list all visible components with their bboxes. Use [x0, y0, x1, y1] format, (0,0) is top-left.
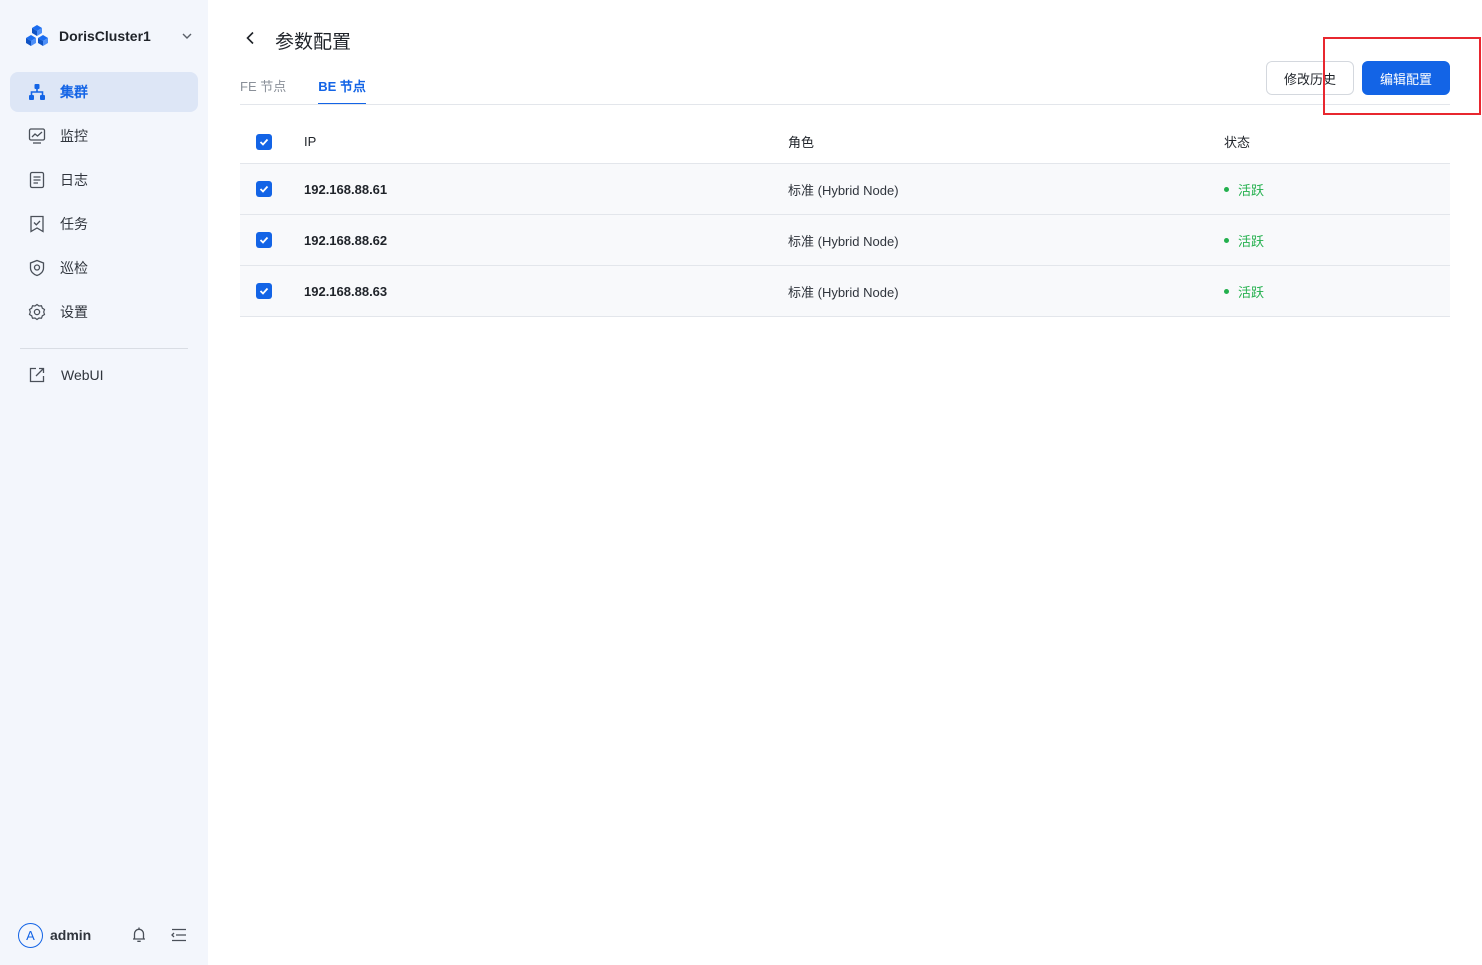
sidebar-item-label: 设置: [60, 304, 88, 320]
sidebar-item-monitor[interactable]: 监控: [10, 116, 198, 156]
row-checkbox[interactable]: [256, 181, 272, 197]
sidebar-item-label: 集群: [60, 84, 88, 100]
row-checkbox[interactable]: [256, 232, 272, 248]
sidebar-footer: A admin: [18, 922, 190, 948]
cluster-name: DorisCluster1: [59, 28, 151, 44]
status-dot: [1224, 288, 1229, 294]
table-row[interactable]: 192.168.88.63 标准 (Hybrid Node) 活跃: [240, 266, 1450, 317]
status-dot: [1224, 237, 1229, 243]
tab-fe-nodes[interactable]: FE 节点: [240, 76, 286, 105]
sidebar-item-settings[interactable]: 设置: [10, 292, 198, 332]
sidebar-divider: [20, 348, 188, 349]
row-status: 活跃: [1224, 180, 1264, 199]
column-header-ip: IP: [304, 134, 317, 149]
tab-be-nodes[interactable]: BE 节点: [318, 76, 366, 105]
sidebar-item-label: WebUI: [61, 367, 104, 383]
edit-config-button[interactable]: 编辑配置: [1362, 61, 1450, 95]
shield-icon: [28, 259, 46, 277]
sidebar-item-task[interactable]: 任务: [10, 204, 198, 244]
sidebar-item-log[interactable]: 日志: [10, 160, 198, 200]
row-status: 活跃: [1224, 282, 1264, 301]
row-ip: 192.168.88.62: [304, 232, 388, 248]
log-icon: [28, 171, 46, 189]
sidebar-nav: 集群 监控 日志 任务 巡检 设置: [10, 72, 198, 336]
monitor-icon: [28, 127, 46, 145]
nodes-table: IP 角色 状态 192.168.88.61 标准 (Hybrid Node) …: [240, 120, 1450, 317]
cluster-selector[interactable]: DorisCluster1: [24, 22, 194, 50]
sidebar-item-webui[interactable]: WebUI: [10, 355, 198, 395]
node-tabs: FE 节点 BE 节点: [240, 76, 398, 105]
row-role: 标准 (Hybrid Node): [788, 233, 899, 249]
row-ip: 192.168.88.61: [304, 181, 388, 197]
sidebar: DorisCluster1 集群 监控 日志 任务 巡检 设置 WebUI A …: [0, 0, 208, 965]
check-icon: [259, 138, 269, 146]
column-header-status: 状态: [1224, 135, 1251, 150]
row-role: 标准 (Hybrid Node): [788, 182, 899, 198]
sidebar-item-label: 日志: [60, 172, 88, 188]
sidebar-item-cluster[interactable]: 集群: [10, 72, 198, 112]
avatar[interactable]: A: [18, 922, 43, 948]
column-header-role: 角色: [788, 135, 815, 150]
table-row[interactable]: 192.168.88.61 标准 (Hybrid Node) 活跃: [240, 164, 1450, 215]
task-icon: [28, 215, 46, 233]
row-status: 活跃: [1224, 231, 1264, 250]
gear-icon: [28, 303, 46, 321]
username: admin: [50, 927, 92, 943]
chevron-down-icon: [182, 33, 192, 39]
check-icon: [259, 287, 269, 295]
cluster-icon: [28, 83, 46, 101]
status-text: 活跃: [1238, 233, 1265, 249]
status-dot: [1224, 186, 1229, 192]
table-header-row: IP 角色 状态: [240, 120, 1450, 164]
external-link-icon: [29, 367, 45, 383]
sidebar-item-label: 巡检: [60, 260, 88, 276]
select-all-checkbox[interactable]: [256, 133, 272, 150]
bell-icon[interactable]: [130, 926, 148, 944]
sidebar-item-label: 监控: [60, 128, 88, 144]
check-icon: [259, 185, 269, 193]
main-content: 参数配置 FE 节点 BE 节点 修改历史 编辑配置 IP 角色 状态 192.…: [208, 0, 1482, 965]
tabs-divider: [240, 104, 1450, 105]
sidebar-item-label: 任务: [60, 216, 88, 232]
row-ip: 192.168.88.63: [304, 283, 388, 299]
back-arrow-icon[interactable]: [242, 29, 260, 47]
check-icon: [259, 236, 269, 244]
table-row[interactable]: 192.168.88.62 标准 (Hybrid Node) 活跃: [240, 215, 1450, 266]
cluster-logo-icon: [26, 25, 48, 46]
row-checkbox[interactable]: [256, 283, 272, 299]
page-title: 参数配置: [275, 32, 352, 53]
sidebar-item-inspection[interactable]: 巡检: [10, 248, 198, 288]
status-text: 活跃: [1238, 182, 1265, 198]
menu-collapse-icon[interactable]: [170, 926, 188, 944]
status-text: 活跃: [1238, 284, 1265, 300]
modify-history-button[interactable]: 修改历史: [1266, 61, 1354, 95]
row-role: 标准 (Hybrid Node): [788, 284, 899, 300]
